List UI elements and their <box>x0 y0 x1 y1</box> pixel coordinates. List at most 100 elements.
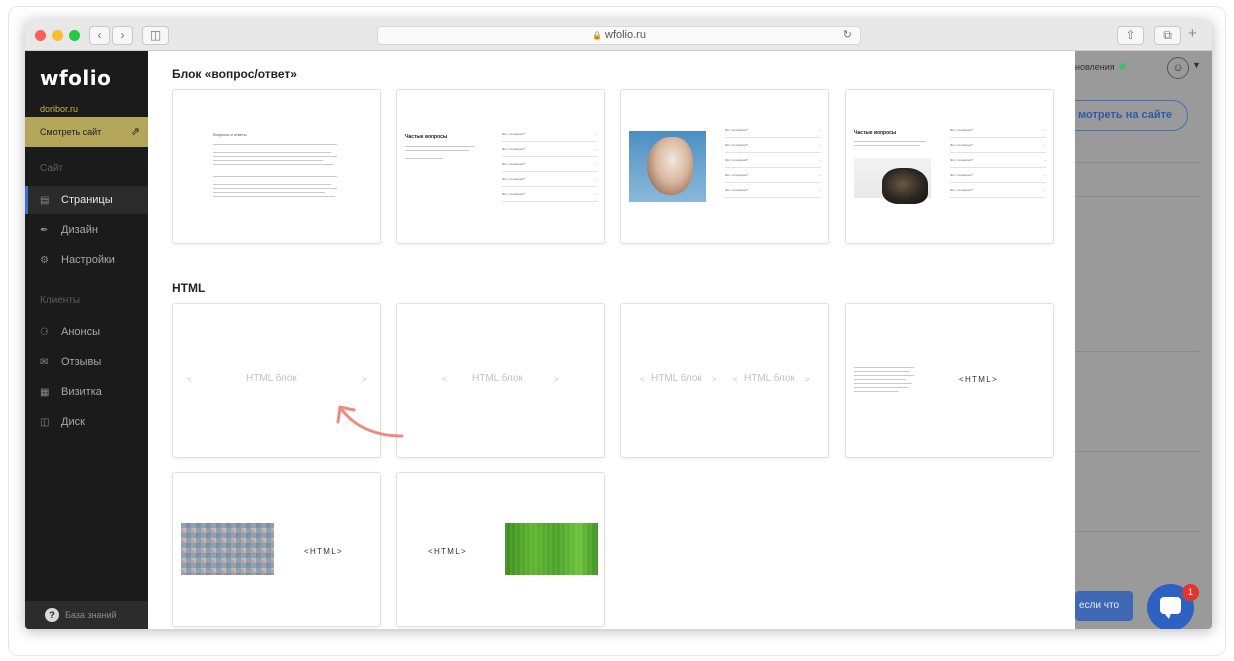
html-block-card-two-columns[interactable]: < HTML блок > < HTML блок > <box>620 303 829 458</box>
sidebar-toggle-icon[interactable]: ◫ <box>142 26 169 45</box>
faq-question-text: Это что вопрос? <box>502 162 525 166</box>
faq-question-row: Это что вопрос? ⌄ <box>950 124 1046 138</box>
arrow-left-icon: < <box>187 375 192 384</box>
expand-icon: ⌄ <box>818 188 821 192</box>
sidebar-item-announcements[interactable]: ⚆ Анонсы <box>25 318 148 346</box>
text-line <box>854 383 912 384</box>
faq-question-text: Это что вопрос? <box>725 188 748 192</box>
html-block-label: HTML блок <box>744 373 795 384</box>
html-block-card-image-right[interactable]: <HTML> <box>396 472 605 627</box>
text-line <box>213 184 331 185</box>
text-line <box>213 144 337 145</box>
expand-icon: ⌄ <box>818 128 821 132</box>
html-block-card-narrow[interactable]: < HTML блок > <box>396 303 605 458</box>
gear-icon: ⚙ <box>40 255 49 266</box>
text-line <box>854 387 908 388</box>
arrow-left-icon: < <box>442 375 447 384</box>
text-line <box>854 375 914 376</box>
faq-question-text: Это что вопрос? <box>502 147 525 151</box>
text-line <box>213 160 323 161</box>
sidebar-item-pages[interactable]: ▤ Страницы <box>25 186 148 214</box>
section-faq-title: Блок «вопрос/ответ» <box>172 67 297 81</box>
knowledge-base-link[interactable]: ? База знаний <box>25 601 148 629</box>
expand-icon: ⌄ <box>1043 143 1046 147</box>
view-site-label: Смотреть сайт <box>40 127 102 137</box>
expand-icon: ⌄ <box>595 177 598 181</box>
status-dot-icon <box>1118 63 1126 70</box>
faq-question-text: Это что вопрос? <box>950 143 973 147</box>
text-line <box>405 150 469 151</box>
faq-block-card-list[interactable]: Частые вопросы Это что вопрос? ⌄ Это что … <box>396 89 605 244</box>
chat-badge: 1 <box>1182 584 1199 601</box>
faq-block-card-image[interactable]: Это что вопрос? ⌄ Это что вопрос? ⌄ Это чт… <box>620 89 829 244</box>
text-line <box>854 371 910 372</box>
text-line <box>213 156 337 157</box>
html-tag-label: <HTML> <box>304 547 343 556</box>
text-line <box>854 391 898 392</box>
external-link-icon: ⇗ <box>130 126 140 138</box>
sidebar-item-business-card[interactable]: ▦ Визитка <box>25 378 148 406</box>
html-block-label: HTML блок <box>472 373 523 384</box>
maximize-window-icon[interactable] <box>69 30 80 41</box>
browser-titlebar: ‹ › ◫ 🔒 wfolio.ru ↻ ⇧ ⧉ + <box>25 20 1212 51</box>
faq-question-text: Это что вопрос? <box>950 173 973 177</box>
divider <box>1075 162 1199 163</box>
help-button[interactable]: если что <box>1075 591 1133 621</box>
forward-icon[interactable]: › <box>112 26 133 45</box>
sidebar-item-design[interactable]: ✒ Дизайн <box>25 216 148 244</box>
faq-card-title: Частые вопросы <box>405 134 448 140</box>
faq-block-card-title-image[interactable]: Частые вопросы Это что вопрос? ⌄ Это что … <box>845 89 1054 244</box>
text-line <box>213 192 325 193</box>
app-logo[interactable]: wfolio <box>40 66 111 90</box>
text-line <box>213 152 331 153</box>
html-block-card-image-left[interactable]: <HTML> <box>172 472 381 627</box>
faq-question-row: Это что вопрос? ⌄ <box>950 154 1046 168</box>
close-window-icon[interactable] <box>35 30 46 41</box>
address-bar[interactable]: 🔒 wfolio.ru ↻ <box>377 26 861 45</box>
photo-thumbnail <box>854 158 931 204</box>
faq-question-row: Это что вопрос? ⌄ <box>725 169 821 183</box>
minimize-window-icon[interactable] <box>52 30 63 41</box>
faq-question-text: Это что вопрос? <box>725 173 748 177</box>
section-html-title: HTML <box>172 281 206 295</box>
site-domain: doribor.ru <box>40 104 79 114</box>
chat-icon <box>1160 597 1181 619</box>
card-icon: ▦ <box>40 387 50 398</box>
expand-icon: ⌄ <box>1043 158 1046 162</box>
faq-question-row: Это что вопрос? ⌄ <box>950 139 1046 153</box>
faq-question-row: Это что вопрос? ⌄ <box>950 184 1046 198</box>
sidebar: wfolio doribor.ru Смотреть сайт ⇗ Сайт ▤… <box>25 51 148 629</box>
faq-question-row: Это что вопрос? ⌄ <box>502 173 598 187</box>
expand-icon: ⌄ <box>595 192 598 196</box>
sidebar-item-disk[interactable]: ◫ Диск <box>25 408 148 436</box>
url-text: wfolio.ru <box>605 29 646 41</box>
grass-image <box>505 523 598 575</box>
html-block-label: HTML блок <box>651 373 702 384</box>
tabs-icon[interactable]: ⧉ <box>1154 26 1181 45</box>
faq-block-card-text[interactable]: Вопросы и ответы <box>172 89 381 244</box>
text-line <box>213 164 333 165</box>
photo-thumbnail <box>629 131 706 202</box>
html-block-card-text-html[interactable]: <HTML> <box>845 303 1054 458</box>
user-icon[interactable]: ☺ <box>1167 57 1189 79</box>
expand-icon: ⌄ <box>595 147 598 151</box>
text-line <box>405 158 443 159</box>
sidebar-item-label: Визитка <box>61 386 102 398</box>
arrow-right-icon: > <box>554 375 559 384</box>
faq-question-row: Это что вопрос? ⌄ <box>950 169 1046 183</box>
section-site-label: Сайт <box>40 163 64 174</box>
share-icon[interactable]: ⇧ <box>1117 26 1144 45</box>
new-tab-icon[interactable]: + <box>1188 25 1197 42</box>
sidebar-item-settings[interactable]: ⚙ Настройки <box>25 246 148 274</box>
reload-icon[interactable]: ↻ <box>843 27 852 44</box>
faq-question-text: Это что вопрос? <box>502 132 525 136</box>
faq-question-text: Это что вопрос? <box>950 158 973 162</box>
back-icon[interactable]: ‹ <box>89 26 110 45</box>
chevron-down-icon[interactable]: ▼ <box>1192 60 1201 70</box>
browser-window: ‹ › ◫ 🔒 wfolio.ru ↻ ⇧ ⧉ + wfolio doribor.… <box>25 20 1212 629</box>
chat-bubbles-icon: ✉ <box>40 357 49 368</box>
sidebar-item-reviews[interactable]: ✉ Отзывы <box>25 348 148 376</box>
view-site-button[interactable]: Смотреть сайт ⇗ <box>25 117 148 147</box>
sidebar-item-label: Дизайн <box>61 224 98 236</box>
text-line <box>213 196 335 197</box>
